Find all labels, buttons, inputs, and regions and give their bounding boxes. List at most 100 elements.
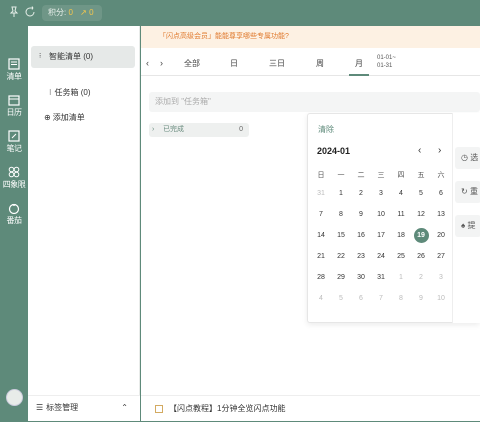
tag-manage-button[interactable]: ☰ 标签管理 ⌃ — [28, 395, 140, 421]
rail-label: 番茄 — [6, 216, 23, 225]
chevron-left-icon[interactable]: ‹ — [146, 58, 149, 68]
calendar-icon — [8, 95, 20, 106]
calendar-day[interactable]: 26 — [411, 249, 431, 264]
calendar-day[interactable]: 15 — [331, 228, 351, 243]
pin-icon[interactable] — [8, 6, 20, 18]
rail-label: 清单 — [6, 72, 23, 81]
next-month-icon[interactable]: › — [438, 145, 441, 156]
repeat-option-button[interactable]: ↻ 重 — [455, 181, 480, 203]
tutorial-task-text: 【闪点教程】1分钟全览闪点功能 — [169, 404, 286, 413]
tab-week[interactable]: 周 — [311, 51, 329, 76]
calendar-day[interactable]: 4 — [311, 291, 331, 306]
add-task-input[interactable]: 添加到 "任务箱" — [149, 92, 480, 112]
calendar-day[interactable]: 7 — [311, 207, 331, 222]
calendar-day[interactable]: 2 — [351, 186, 371, 201]
calendar-day[interactable]: 1 — [391, 270, 411, 285]
sidebar-item-inbox[interactable]: ⁝ 任务箱 (0) — [49, 87, 91, 98]
calendar-day[interactable]: 31 — [311, 186, 331, 201]
rail-label: 笔记 — [6, 144, 23, 153]
calendar-day[interactable]: 25 — [391, 249, 411, 264]
clear-button[interactable]: 清除 — [318, 124, 334, 135]
range-start: 01-01~ — [377, 55, 396, 61]
points-value: 0 — [68, 8, 73, 17]
tutorial-task[interactable]: 【闪点教程】1分钟全览闪点功能 — [141, 395, 480, 421]
chevron-up-icon[interactable]: ⌃ — [121, 396, 128, 420]
calendar-day[interactable]: 14 — [311, 228, 331, 243]
calendar-day[interactable]: 23 — [351, 249, 371, 264]
calendar-day[interactable]: 24 — [371, 249, 391, 264]
calendar-day[interactable]: 3 — [431, 270, 451, 285]
calendar-day[interactable]: 27 — [431, 249, 451, 264]
calendar-day[interactable]: 11 — [391, 207, 411, 222]
calendar-day[interactable]: 8 — [391, 291, 411, 306]
repeat-icon: ↻ — [461, 187, 468, 196]
calendar-day[interactable]: 1 — [331, 186, 351, 201]
calendar-day[interactable]: 16 — [351, 228, 371, 243]
reminder-option-button[interactable]: ♠ 提 — [455, 215, 480, 237]
list-panel: ⁝ 智能清单 (0) ⁝ 任务箱 (0) ⊕ 添加清单 ☰ 标签管理 ⌃ — [28, 26, 140, 421]
rail-item-notes[interactable]: 笔记 — [0, 130, 28, 154]
weekday-header: 五 — [417, 172, 425, 179]
menu-icon: ☰ — [36, 403, 44, 412]
tab-three-day[interactable]: 三日 — [265, 51, 289, 76]
weekday-header: 四 — [397, 172, 405, 179]
tab-month[interactable]: 月 — [349, 51, 369, 76]
time-option-label: 选 — [470, 153, 479, 162]
calendar-day[interactable]: 6 — [351, 291, 371, 306]
rail-item-pomodoro[interactable]: 番茄 — [0, 202, 28, 226]
calendar-day[interactable]: 3 — [371, 186, 391, 201]
calendar-day[interactable]: 21 — [311, 249, 331, 264]
calendar-day[interactable]: 9 — [411, 291, 431, 306]
trend-value: 0 — [89, 8, 94, 17]
calendar-day-today[interactable]: 19 — [413, 228, 429, 243]
calendar-day[interactable]: 5 — [411, 186, 431, 201]
points-badge[interactable]: 积分: 0 ↗ 0 — [42, 5, 102, 21]
note-icon — [8, 130, 20, 142]
tab-day[interactable]: 日 — [225, 51, 243, 76]
calendar-day[interactable]: 28 — [311, 270, 331, 285]
prev-month-icon[interactable]: ‹ — [418, 145, 421, 156]
calendar-day[interactable]: 18 — [391, 228, 411, 243]
calendar-day[interactable]: 4 — [391, 186, 411, 201]
calendar-day[interactable]: 2 — [411, 270, 431, 285]
calendar-day[interactable]: 29 — [331, 270, 351, 285]
rail-label: 四象限 — [2, 180, 26, 189]
calendar-day[interactable]: 7 — [371, 291, 391, 306]
view-tabs: ‹ › 全部 日 三日 周 月 01-01~ 01-31 — [141, 51, 480, 76]
calendar-day[interactable]: 10 — [431, 291, 451, 306]
weekday-header: 三 — [377, 172, 385, 179]
chevron-right-icon[interactable]: › — [160, 58, 163, 68]
promo-banner[interactable]: 「闪点高级会员」能能尊享哪些专属功能? — [141, 26, 480, 48]
calendar-day[interactable]: 6 — [431, 186, 451, 201]
task-checkbox[interactable] — [155, 405, 163, 413]
rail-item-quadrant[interactable]: 四象限 — [0, 166, 28, 190]
add-list-label: 添加清单 — [52, 113, 85, 122]
smart-list-icon: ⁝ — [39, 53, 42, 60]
calendar-day[interactable]: 10 — [371, 207, 391, 222]
date-range[interactable]: 01-01~ 01-31 — [377, 54, 417, 70]
nav-rail: 清单 日历 笔记 四象限 番茄 — [0, 26, 28, 421]
calendar-day[interactable]: 13 — [431, 207, 451, 222]
tab-all[interactable]: 全部 — [179, 51, 205, 76]
calendar-day[interactable]: 31 — [371, 270, 391, 285]
calendar-day[interactable]: 30 — [351, 270, 371, 285]
calendar-day[interactable]: 5 — [331, 291, 351, 306]
rail-item-list[interactable]: 清单 — [0, 58, 28, 82]
add-list-button[interactable]: ⊕ 添加清单 — [44, 112, 85, 123]
refresh-icon[interactable] — [24, 6, 36, 18]
completed-section[interactable]: › 已完成 0 — [149, 123, 249, 137]
calendar-day[interactable]: 22 — [331, 249, 351, 264]
points-label: 积分: — [48, 8, 67, 17]
time-option-button[interactable]: ◷ 选 — [455, 147, 480, 169]
reminder-option-label: 提 — [467, 221, 476, 230]
weekday-header: 日 — [317, 172, 325, 179]
rail-item-calendar[interactable]: 日历 — [0, 94, 28, 118]
sidebar-item-smart-list[interactable]: ⁝ 智能清单 (0) — [31, 46, 135, 68]
calendar-day[interactable]: 17 — [371, 228, 391, 243]
calendar-day[interactable]: 12 — [411, 207, 431, 222]
calendar-day[interactable]: 20 — [431, 228, 451, 243]
calendar-day[interactable]: 9 — [351, 207, 371, 222]
weekday-header: 一 — [337, 172, 345, 179]
avatar[interactable] — [6, 389, 23, 406]
calendar-day[interactable]: 8 — [331, 207, 351, 222]
